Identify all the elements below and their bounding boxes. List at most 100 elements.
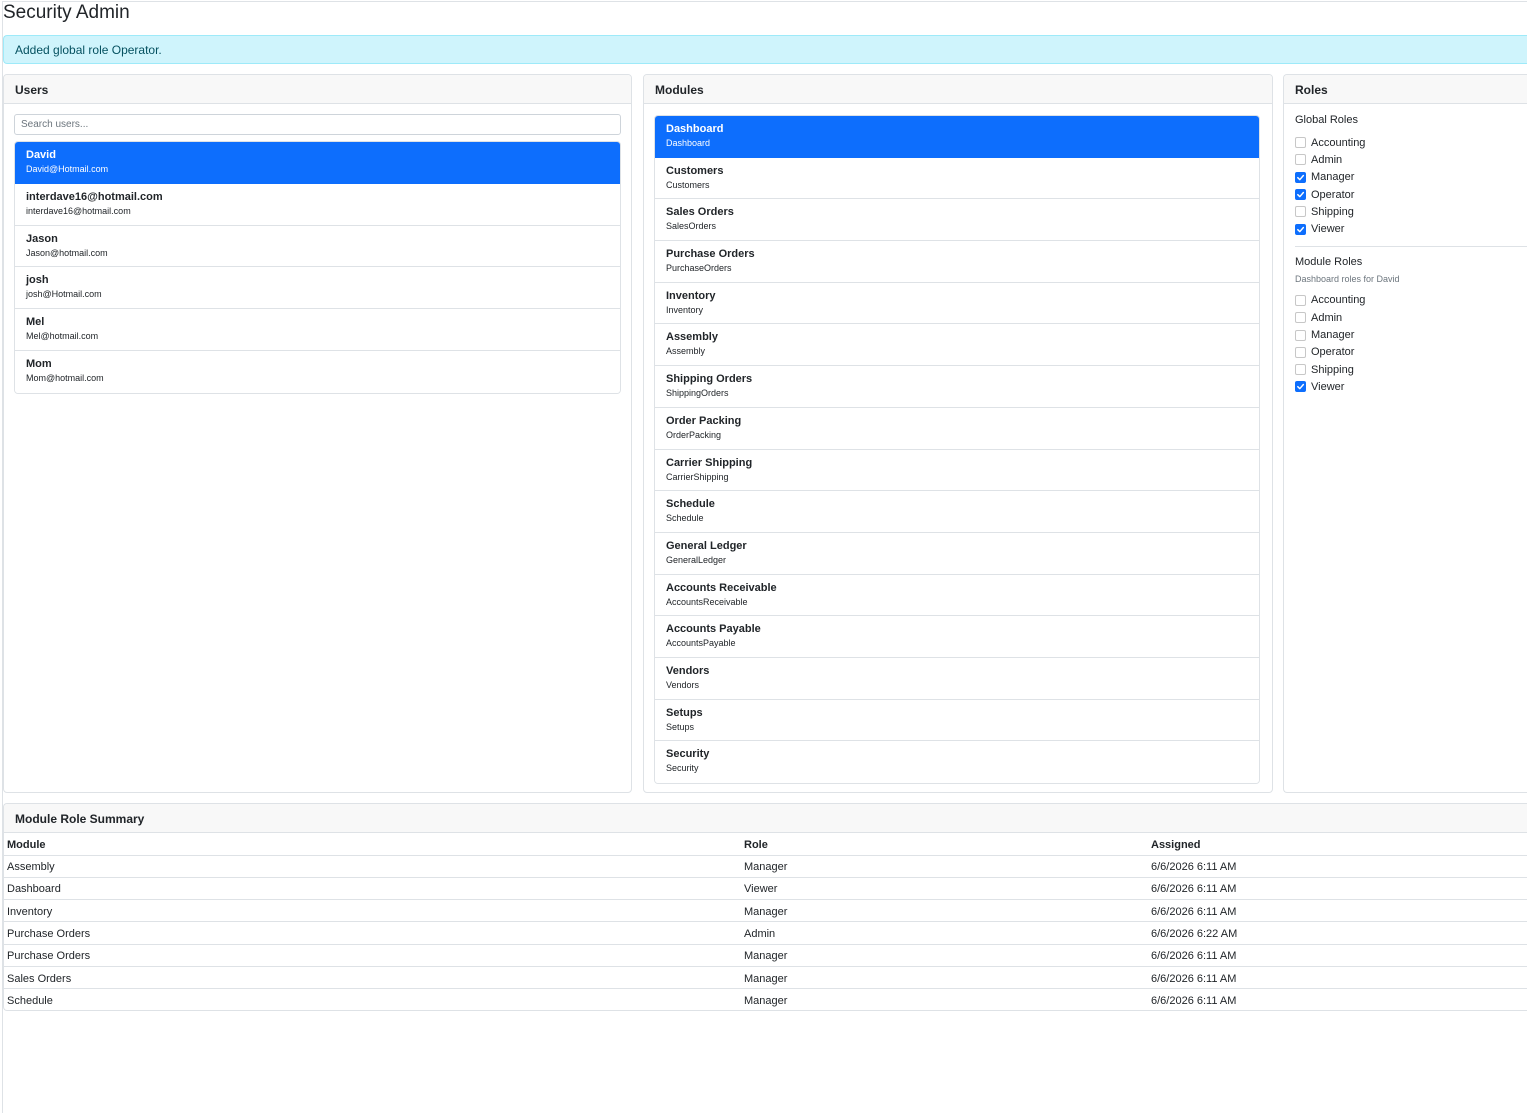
module-list-item[interactable]: Carrier Shipping CarrierShipping [655, 449, 1259, 492]
global-role-checkbox[interactable] [1295, 171, 1306, 183]
user-email: David@Hotmail.com [26, 164, 109, 174]
module-list-item[interactable]: Order Packing OrderPacking [655, 407, 1259, 450]
module-name: Vendors [666, 664, 710, 677]
module-role-option[interactable]: Shipping [1295, 361, 1527, 378]
module-name: Purchase Orders [666, 248, 755, 261]
global-role-option[interactable]: Viewer [1295, 220, 1527, 237]
module-name: Setups [666, 706, 703, 719]
user-list-item[interactable]: josh josh@Hotmail.com [15, 267, 620, 310]
global-role-checkbox[interactable] [1295, 154, 1306, 166]
module-role-label: Shipping [1311, 363, 1354, 376]
module-list-item[interactable]: Assembly Assembly [655, 324, 1259, 367]
module-role-checkbox[interactable] [1295, 294, 1306, 306]
module-list-item[interactable]: Accounts Payable AccountsPayable [655, 616, 1259, 658]
module-name: Sales Orders [666, 206, 734, 219]
user-email: Mel@hotmail.com [26, 331, 99, 342]
global-role-checkbox[interactable] [1295, 223, 1306, 235]
module-key: PurchaseOrders [666, 263, 732, 274]
module-list-item[interactable]: Accounts Receivable AccountsReceivable [655, 574, 1259, 617]
user-list-item[interactable]: Jason Jason@hotmail.com [15, 225, 620, 268]
module-list-item[interactable]: Sales Orders SalesOrders [655, 199, 1259, 242]
module-name: Inventory [666, 289, 716, 302]
module-role-option[interactable]: Manager [1295, 326, 1527, 343]
module-list-item[interactable]: Setups Setups [655, 699, 1259, 742]
module-role-checkbox[interactable] [1295, 346, 1306, 358]
summary-cell-module: Inventory [4, 899, 741, 923]
table-row: Purchase Orders Manager 6/6/2026 6:11 AM [4, 944, 1527, 967]
module-role-checkbox[interactable] [1295, 364, 1306, 376]
user-list-item[interactable]: Mom Mom@hotmail.com [15, 350, 620, 393]
user-list-item[interactable]: David David@Hotmail.com [15, 142, 620, 184]
user-name: josh [26, 274, 49, 287]
column-header-module: Module [4, 833, 741, 856]
user-email: interdave16@hotmail.com [26, 205, 131, 216]
module-key: Setups [666, 721, 695, 732]
module-list-item[interactable]: General Ledger GeneralLedger [655, 532, 1259, 575]
search-users-input[interactable] [14, 114, 621, 135]
module-list-item[interactable]: Security Security [655, 741, 1259, 783]
roles-header: Roles [1284, 75, 1527, 104]
module-key: Assembly [666, 346, 706, 357]
module-role-label: Operator [1311, 346, 1355, 359]
summary-cell-role: Manager [741, 944, 1148, 967]
summary-cell-assigned: 6/6/2026 6:11 AM [1148, 966, 1527, 990]
module-role-checkbox[interactable] [1295, 329, 1306, 341]
summary-table-body: Assembly Manager 6/6/2026 6:11 AM Dashboard… [4, 855, 1527, 1010]
checkmark-icon [1297, 191, 1305, 198]
user-list-item[interactable]: interdave16@hotmail.com interdave16@hotma… [15, 183, 620, 226]
global-role-label: Viewer [1311, 223, 1345, 236]
user-name: Mel [26, 316, 45, 329]
page-title: Security Admin [3, 2, 130, 23]
summary-cell-role: Manager [741, 899, 1148, 923]
summary-cell-module: Purchase Orders [4, 921, 741, 945]
module-list-item[interactable]: Customers Customers [655, 157, 1259, 200]
status-alert: Added global role Operator. [3, 35, 1527, 64]
module-role-checkbox[interactable] [1295, 312, 1306, 324]
global-role-option[interactable]: Manager [1295, 169, 1527, 186]
global-role-label: Manager [1311, 171, 1355, 184]
user-name: David [26, 149, 56, 161]
global-role-checkbox[interactable] [1295, 206, 1306, 218]
module-list-item[interactable]: Purchase Orders PurchaseOrders [655, 241, 1259, 283]
modules-panel: Modules Dashboard Dashboard Customers Custo… [643, 74, 1273, 793]
module-role-label: Admin [1311, 311, 1343, 324]
module-role-option[interactable]: Viewer [1295, 378, 1527, 395]
modules-header: Modules [644, 75, 1272, 104]
user-list-item[interactable]: Mel Mel@hotmail.com [15, 309, 620, 351]
checkmark-icon [1297, 226, 1305, 233]
global-role-option[interactable]: Operator [1295, 186, 1527, 203]
module-role-checkbox[interactable] [1295, 381, 1306, 393]
user-name: interdave16@hotmail.com [26, 190, 163, 203]
summary-cell-role: Manager [741, 855, 1148, 878]
module-key: OrderPacking [666, 429, 722, 440]
summary-cell-role: Admin [741, 921, 1148, 945]
module-list-item[interactable]: Shipping Orders ShippingOrders [655, 366, 1259, 408]
module-key: AccountsPayable [666, 638, 736, 649]
module-role-option[interactable]: Accounting [1295, 292, 1527, 309]
module-role-option[interactable]: Operator [1295, 344, 1527, 361]
global-role-option[interactable]: Accounting [1295, 134, 1527, 151]
global-role-checkbox[interactable] [1295, 137, 1306, 149]
module-name: Accounts Payable [666, 623, 761, 636]
global-role-option[interactable]: Admin [1295, 151, 1527, 168]
module-name: General Ledger [666, 539, 747, 552]
global-roles-title: Global Roles [1295, 114, 1358, 126]
alert-message: Added global role Operator. [15, 43, 162, 57]
column-header-role: Role [741, 833, 1148, 856]
module-name: Order Packing [666, 414, 742, 427]
module-roles-title: Module Roles [1295, 255, 1363, 268]
module-role-label: Accounting [1311, 294, 1366, 307]
global-role-checkbox[interactable] [1295, 189, 1306, 201]
user-email: josh@Hotmail.com [26, 289, 102, 300]
module-list-item[interactable]: Inventory Inventory [655, 282, 1259, 325]
summary-cell-role: Manager [744, 995, 788, 1008]
module-name: Accounts Receivable [666, 581, 777, 594]
module-list-item[interactable]: Vendors Vendors [655, 657, 1259, 700]
module-list-item[interactable]: Schedule Schedule [655, 491, 1259, 533]
module-list-item[interactable]: Dashboard Dashboard [655, 116, 1259, 158]
module-role-option[interactable]: Admin [1295, 309, 1527, 326]
summary-cell-module: Sales Orders [4, 966, 741, 990]
module-name: Security [666, 748, 710, 761]
module-name: Shipping Orders [666, 373, 753, 386]
global-role-option[interactable]: Shipping [1295, 203, 1527, 220]
